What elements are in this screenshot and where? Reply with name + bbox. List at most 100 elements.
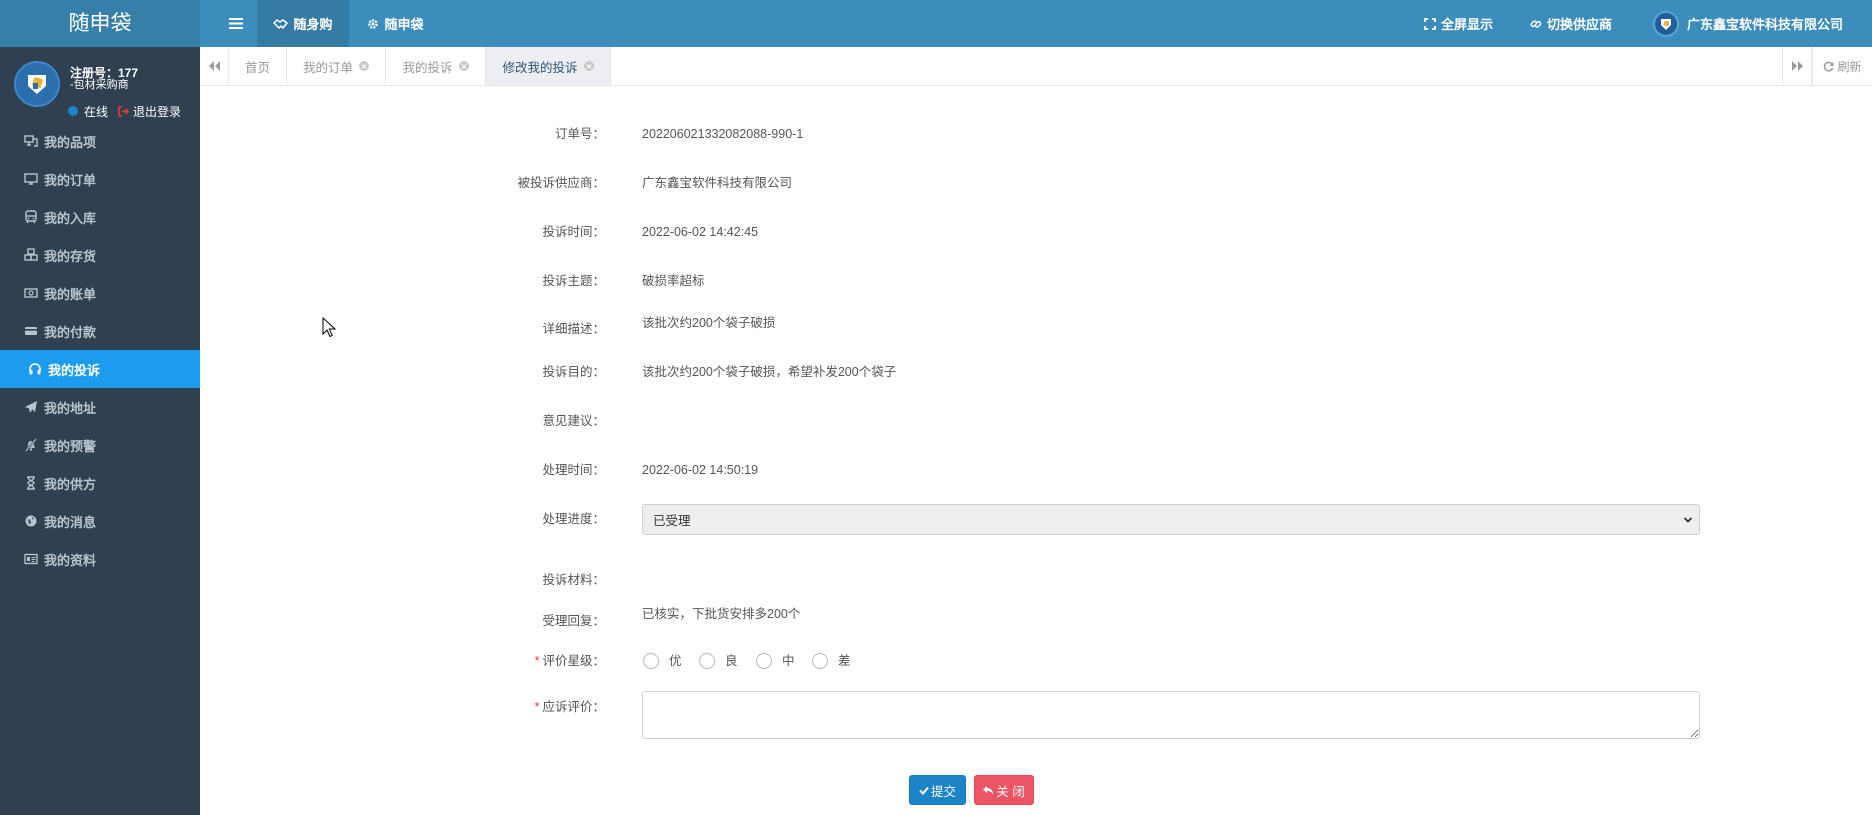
sidebar: 注册号：177 -包材采购商 在线 退出登录 我的品项 我的订单 我的入库 我的… bbox=[0, 47, 200, 815]
bus-icon bbox=[25, 210, 37, 223]
link-icon bbox=[1530, 19, 1542, 28]
progress-label: 处理进度： bbox=[542, 512, 605, 526]
tab-my-orders[interactable]: 我的订单 bbox=[287, 47, 386, 85]
company-menu[interactable]: 广东鑫宝软件科技有限公司 bbox=[1653, 0, 1843, 47]
sidebar-item-payments[interactable]: 我的付款 bbox=[0, 312, 200, 350]
tab-scroll-left-button[interactable] bbox=[200, 47, 229, 85]
order-no-value: 202206021332082088-990-1 bbox=[642, 127, 804, 141]
sidebar-item-label: 我的资料 bbox=[44, 552, 97, 568]
progress-selected-value: 已受理 bbox=[653, 514, 691, 528]
rating-radio-medium[interactable] bbox=[756, 653, 772, 669]
sidebar-item-suppliers[interactable]: 我的供方 bbox=[0, 464, 200, 502]
expand-icon bbox=[1424, 17, 1436, 30]
sidebar-item-inbound[interactable]: 我的入库 bbox=[0, 198, 200, 236]
complaint-time-label: 投诉时间： bbox=[542, 225, 605, 239]
refresh-icon bbox=[1824, 61, 1834, 72]
user-logo-icon bbox=[28, 75, 46, 94]
hourglass-icon bbox=[27, 476, 35, 490]
required-mark: * bbox=[534, 700, 540, 714]
supplier-label: 被投诉供应商： bbox=[517, 176, 605, 190]
rating-option-label: 良 bbox=[725, 654, 738, 668]
subject-label: 投诉主题： bbox=[542, 274, 605, 288]
tab-label: 我的订单 bbox=[302, 60, 353, 75]
evaluation-textarea[interactable] bbox=[642, 691, 1700, 739]
menu-toggle-button[interactable] bbox=[214, 0, 257, 47]
order-no-label: 订单号： bbox=[554, 127, 605, 141]
nav-suishengou[interactable]: 随身购 bbox=[257, 0, 349, 47]
progress-select[interactable]: 已受理 bbox=[642, 504, 1700, 535]
refresh-button[interactable]: 刷新 bbox=[1812, 47, 1872, 85]
chevron-down-icon bbox=[1683, 517, 1693, 523]
headphones-icon bbox=[29, 363, 41, 375]
user-avatar[interactable] bbox=[14, 61, 60, 107]
close-icon[interactable] bbox=[359, 61, 369, 71]
sidebar-item-products[interactable]: 我的品项 bbox=[0, 122, 200, 160]
user-status-row: 在线 退出登录 bbox=[68, 103, 181, 119]
suggestion-label: 意见建议： bbox=[542, 414, 605, 428]
reply-label: 受理回复： bbox=[542, 614, 605, 628]
evaluation-label-row: * 应诉评价： bbox=[440, 698, 605, 716]
complaint-time-value: 2022-06-02 14:42:45 bbox=[642, 225, 759, 239]
handle-time-value: 2022-06-02 14:50:19 bbox=[642, 463, 759, 477]
rating-radio-poor[interactable] bbox=[812, 653, 828, 669]
mouse-cursor-icon bbox=[322, 317, 336, 338]
refresh-label: 刷新 bbox=[1837, 59, 1862, 74]
top-header: 随申袋 随身购 随申袋 全屏显示 切换供应商 广东鑫宝软件科技有限公司 bbox=[0, 0, 1872, 47]
submit-button[interactable]: 提交 bbox=[909, 775, 966, 805]
close-icon[interactable] bbox=[583, 61, 594, 71]
sidebar-item-label: 我的地址 bbox=[44, 400, 97, 416]
sidebar-item-messages[interactable]: 我的消息 bbox=[0, 502, 200, 540]
supplier-value: 广东鑫宝软件科技有限公司 bbox=[642, 176, 793, 190]
sitemap-icon bbox=[24, 135, 38, 147]
sidebar-item-bills[interactable]: 我的账单 bbox=[0, 274, 200, 312]
sidebar-item-label: 我的订单 bbox=[44, 172, 97, 188]
app-logo[interactable]: 随申袋 bbox=[0, 0, 200, 47]
description-label: 详细描述： bbox=[542, 322, 605, 336]
close-icon[interactable] bbox=[458, 61, 469, 71]
tab-label: 首页 bbox=[244, 60, 270, 75]
sidebar-item-profile[interactable]: 我的资料 bbox=[0, 540, 200, 578]
close-label: 关 闭 bbox=[996, 784, 1025, 799]
tab-scroll-right-button[interactable] bbox=[1782, 47, 1812, 85]
logout-label: 退出登录 bbox=[133, 104, 182, 119]
rating-label-row: * 评价星级： bbox=[440, 652, 605, 670]
sidebar-item-complaints[interactable]: 我的投诉 bbox=[0, 350, 200, 388]
tab-label: 我的投诉 bbox=[402, 60, 453, 75]
sidebar-item-orders[interactable]: 我的订单 bbox=[0, 160, 200, 198]
money-icon bbox=[24, 288, 38, 298]
subject-value: 破损率超标 bbox=[642, 274, 705, 288]
switch-supplier-button[interactable]: 切换供应商 bbox=[1530, 0, 1612, 47]
rating-option-label: 差 bbox=[838, 654, 851, 668]
switch-supplier-label: 切换供应商 bbox=[1547, 17, 1613, 32]
company-name: 广东鑫宝软件科技有限公司 bbox=[1687, 17, 1844, 32]
nav-suishendai[interactable]: 随申袋 bbox=[349, 0, 442, 47]
tab-home[interactable]: 首页 bbox=[229, 47, 287, 85]
sidebar-item-address[interactable]: 我的地址 bbox=[0, 388, 200, 426]
tab-edit-complaint[interactable]: 修改我的投诉 bbox=[486, 47, 611, 85]
gear-icon bbox=[368, 18, 379, 29]
rating-radio-good[interactable] bbox=[699, 653, 715, 669]
nav-label: 随申袋 bbox=[384, 17, 424, 32]
tab-my-complaints[interactable]: 我的投诉 bbox=[386, 47, 486, 85]
forward-icon bbox=[1791, 61, 1803, 71]
sidebar-item-label: 我的消息 bbox=[44, 514, 97, 530]
sidebar-item-label: 我的预警 bbox=[44, 438, 97, 454]
logout-link[interactable]: 退出登录 bbox=[118, 103, 181, 120]
sidebar-item-alerts[interactable]: 我的预警 bbox=[0, 426, 200, 464]
sidebar-item-label: 我的存货 bbox=[44, 248, 97, 264]
globe-icon bbox=[25, 515, 37, 527]
sidebar-item-label: 我的付款 bbox=[44, 324, 97, 340]
submit-label: 提交 bbox=[930, 784, 956, 799]
sidebar-item-inventory[interactable]: 我的存货 bbox=[0, 236, 200, 274]
bell-slash-icon bbox=[25, 438, 37, 452]
id-card-icon bbox=[24, 553, 38, 565]
sidebar-item-label: 我的品项 bbox=[44, 134, 97, 150]
fullscreen-button[interactable]: 全屏显示 bbox=[1424, 0, 1493, 47]
sidebar-menu: 我的品项 我的订单 我的入库 我的存货 我的账单 我的付款 我的投诉 我的地址 bbox=[0, 122, 200, 578]
credit-card-icon bbox=[25, 327, 37, 335]
close-button[interactable]: 关 闭 bbox=[974, 775, 1034, 805]
sidebar-item-label: 我的投诉 bbox=[48, 362, 101, 378]
purpose-value: 该批次约200个袋子破损，希望补发200个袋子 bbox=[642, 365, 897, 379]
rating-radio-excellent[interactable] bbox=[643, 653, 659, 669]
tab-list: 首页 我的订单 我的投诉 修改我的投诉 bbox=[229, 47, 611, 85]
